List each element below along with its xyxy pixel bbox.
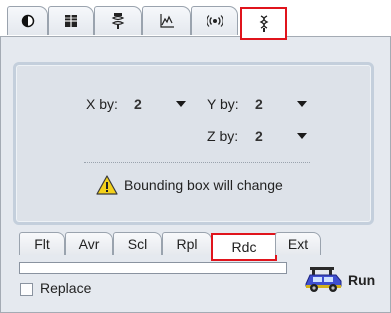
tab-rpl-label: Rpl — [176, 236, 198, 252]
filter-tool-icon — [111, 13, 125, 29]
tab-broadcast[interactable] — [191, 6, 238, 35]
tab-histogram[interactable] — [142, 6, 191, 35]
x-by-value[interactable]: 2 — [134, 96, 142, 112]
reduce-settings-panel — [13, 62, 374, 225]
tab-resample[interactable] — [240, 7, 287, 40]
run-car-icon[interactable] — [304, 264, 344, 294]
warning-icon — [96, 175, 118, 195]
warning-text: Bounding box will change — [124, 177, 283, 193]
tab-grid[interactable] — [48, 6, 94, 35]
progress-bar — [19, 262, 287, 274]
tab-scl[interactable]: Scl — [113, 232, 162, 255]
tab-rdc[interactable]: Rdc — [211, 233, 277, 261]
tab-rpl[interactable]: Rpl — [162, 232, 212, 255]
contrast-icon — [21, 14, 34, 28]
tab-flt[interactable]: Flt — [19, 232, 65, 255]
replace-label[interactable]: Replace — [40, 280, 91, 296]
replace-checkbox[interactable] — [20, 283, 33, 296]
run-button-label[interactable]: Run — [348, 272, 375, 288]
tab-avr[interactable]: Avr — [65, 232, 113, 255]
broadcast-icon — [206, 15, 223, 27]
grid-icon — [65, 15, 77, 27]
y-by-value[interactable]: 2 — [255, 96, 263, 112]
tab-rdc-label: Rdc — [231, 239, 257, 255]
tab-avr-label: Avr — [78, 236, 100, 252]
resample-icon — [259, 14, 268, 32]
divider — [84, 162, 310, 163]
tab-contrast[interactable] — [7, 6, 48, 35]
histogram-icon — [159, 14, 174, 28]
z-by-dropdown-arrow-icon[interactable] — [297, 133, 307, 139]
tab-flt-label: Flt — [34, 236, 50, 252]
tab-ext[interactable]: Ext — [275, 232, 321, 255]
y-by-label: Y by: — [207, 96, 239, 112]
tab-scl-label: Scl — [127, 236, 148, 252]
x-by-label: X by: — [86, 96, 118, 112]
y-by-dropdown-arrow-icon[interactable] — [297, 101, 307, 107]
tab-ext-label: Ext — [287, 236, 309, 252]
tab-filter-tool[interactable] — [94, 6, 142, 35]
z-by-label: Z by: — [207, 128, 239, 144]
x-by-dropdown-arrow-icon[interactable] — [176, 101, 186, 107]
z-by-value[interactable]: 2 — [255, 128, 263, 144]
